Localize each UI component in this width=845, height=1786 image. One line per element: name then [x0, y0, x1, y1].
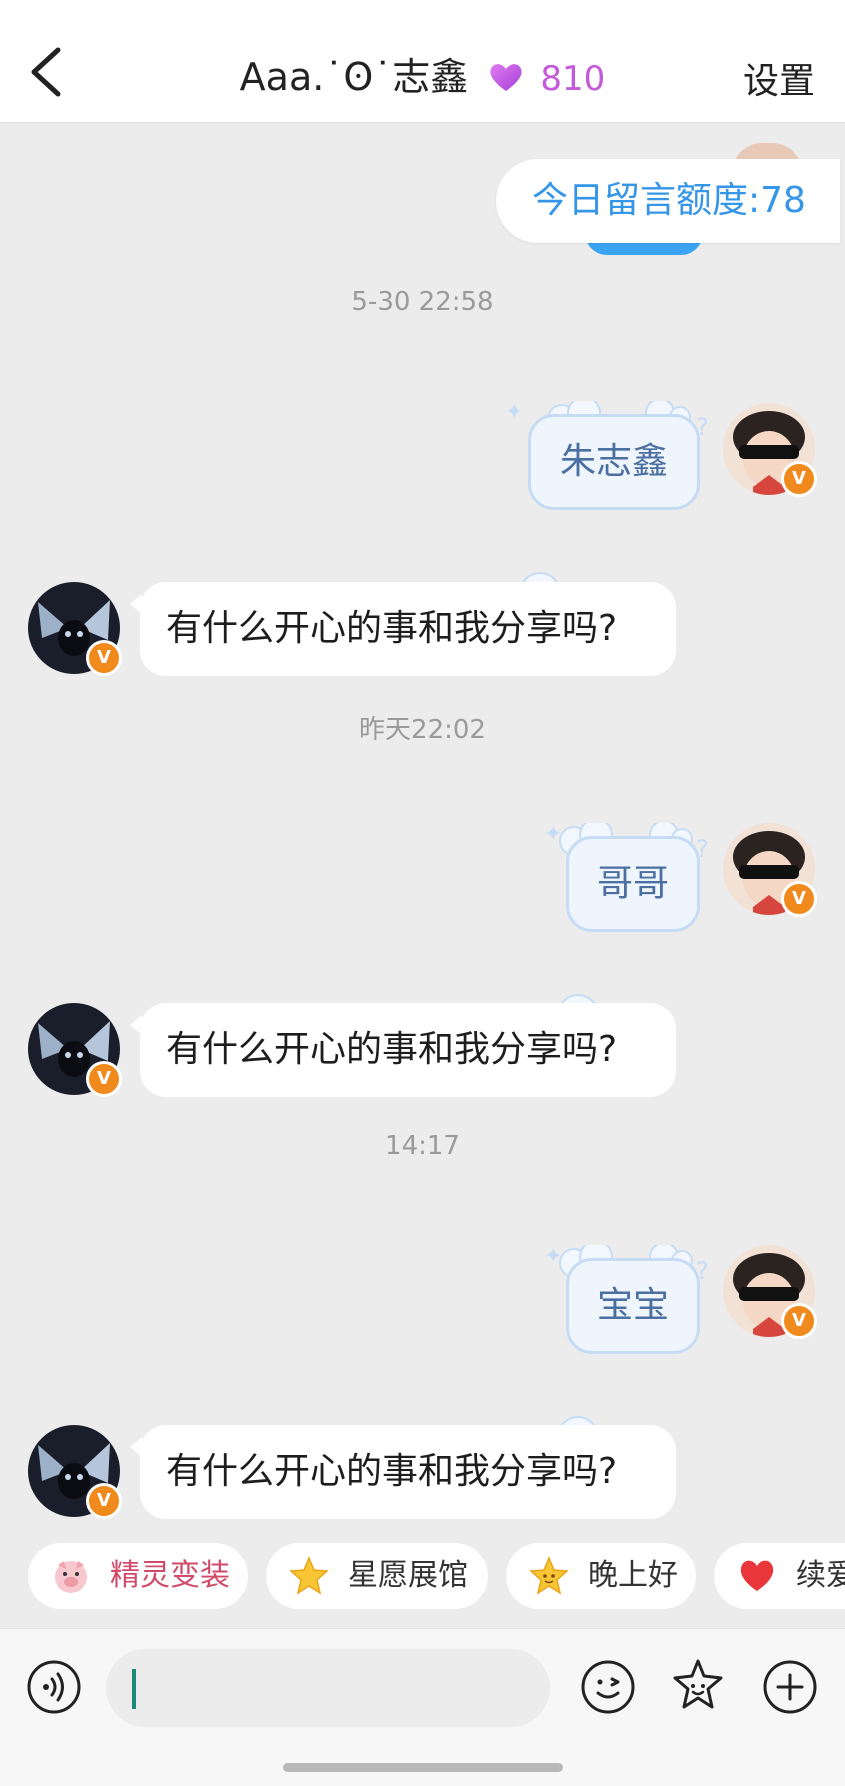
svg-text:✦: ✦	[505, 401, 523, 425]
user-avatar[interactable]: V	[723, 1245, 817, 1339]
verified-badge: V	[86, 1061, 122, 1097]
input-bar	[0, 1628, 845, 1786]
verified-badge: V	[86, 1483, 122, 1519]
outgoing-message-bubble[interactable]: 宝宝	[566, 1258, 700, 1354]
message-timestamp: 5-30 22:58	[351, 287, 494, 317]
verified-badge: V	[781, 1303, 817, 1339]
text-caret	[132, 1669, 136, 1709]
heart-icon	[740, 1560, 774, 1591]
chip-label: 精灵变装	[110, 1558, 230, 1593]
message-input[interactable]	[106, 1649, 550, 1727]
sticker-star-icon[interactable]	[670, 1657, 726, 1713]
message-timestamp: 14:17	[385, 1131, 460, 1161]
user-avatar[interactable]: V	[723, 403, 817, 497]
chip-label: 续爱	[796, 1558, 845, 1593]
bot-avatar[interactable]: V	[28, 582, 122, 676]
star-icon	[289, 1556, 329, 1595]
chat-title-bar: Aaa.˙ʘ˙志鑫 810	[0, 46, 845, 101]
chip-label: 星愿展馆	[348, 1558, 468, 1593]
chat-area[interactable]: 今日留言额度:78 5-30 22:58 ✦ ? 朱志鑫 V V 有什么开心的事…	[0, 123, 845, 1543]
message-quota-banner: 今日留言额度:78	[496, 159, 840, 243]
chip-good-evening[interactable]: 晚上好	[506, 1543, 696, 1609]
pig-sprite-icon	[55, 1561, 87, 1593]
incoming-message-bubble[interactable]: 有什么开心的事和我分享吗?	[130, 1425, 676, 1519]
outgoing-message-bubble[interactable]: 朱志鑫	[528, 414, 700, 510]
plus-icon[interactable]	[762, 1659, 818, 1715]
chat-title: Aaa.˙ʘ˙志鑫	[239, 55, 469, 99]
chip-star-wish-gallery[interactable]: 星愿展馆	[266, 1543, 488, 1609]
purple-heart-icon	[490, 63, 522, 91]
user-avatar[interactable]: V	[723, 823, 817, 917]
bot-avatar[interactable]: V	[28, 1003, 122, 1097]
outgoing-message-bubble[interactable]: 哥哥	[566, 836, 700, 932]
svg-text:✦: ✦	[544, 1245, 562, 1269]
bot-avatar[interactable]: V	[28, 1425, 122, 1519]
message-timestamp: 昨天22:02	[359, 715, 486, 745]
chip-sprite-costume[interactable]: 精灵变装	[28, 1543, 248, 1609]
svg-text:✦: ✦	[544, 823, 562, 847]
incoming-message-bubble[interactable]: 有什么开心的事和我分享吗?	[130, 1003, 676, 1097]
incoming-message-bubble[interactable]: 有什么开心的事和我分享吗?	[130, 582, 676, 676]
star-face-icon	[529, 1556, 569, 1595]
chat-header: Aaa.˙ʘ˙志鑫 810 设置	[0, 0, 845, 123]
emoji-icon[interactable]	[580, 1659, 636, 1715]
quick-chips-bar: 精灵变装 星愿展馆 晚上好 续爱	[0, 1543, 845, 1635]
settings-button[interactable]: 设置	[743, 52, 815, 104]
verified-badge: V	[86, 640, 122, 676]
verified-badge: V	[781, 881, 817, 917]
voice-icon[interactable]	[26, 1659, 82, 1715]
chip-continue-love[interactable]: 续爱	[714, 1543, 845, 1609]
home-indicator	[283, 1763, 563, 1772]
chip-label: 晚上好	[588, 1558, 678, 1593]
verified-badge: V	[781, 461, 817, 497]
intimacy-score: 810	[540, 59, 606, 99]
